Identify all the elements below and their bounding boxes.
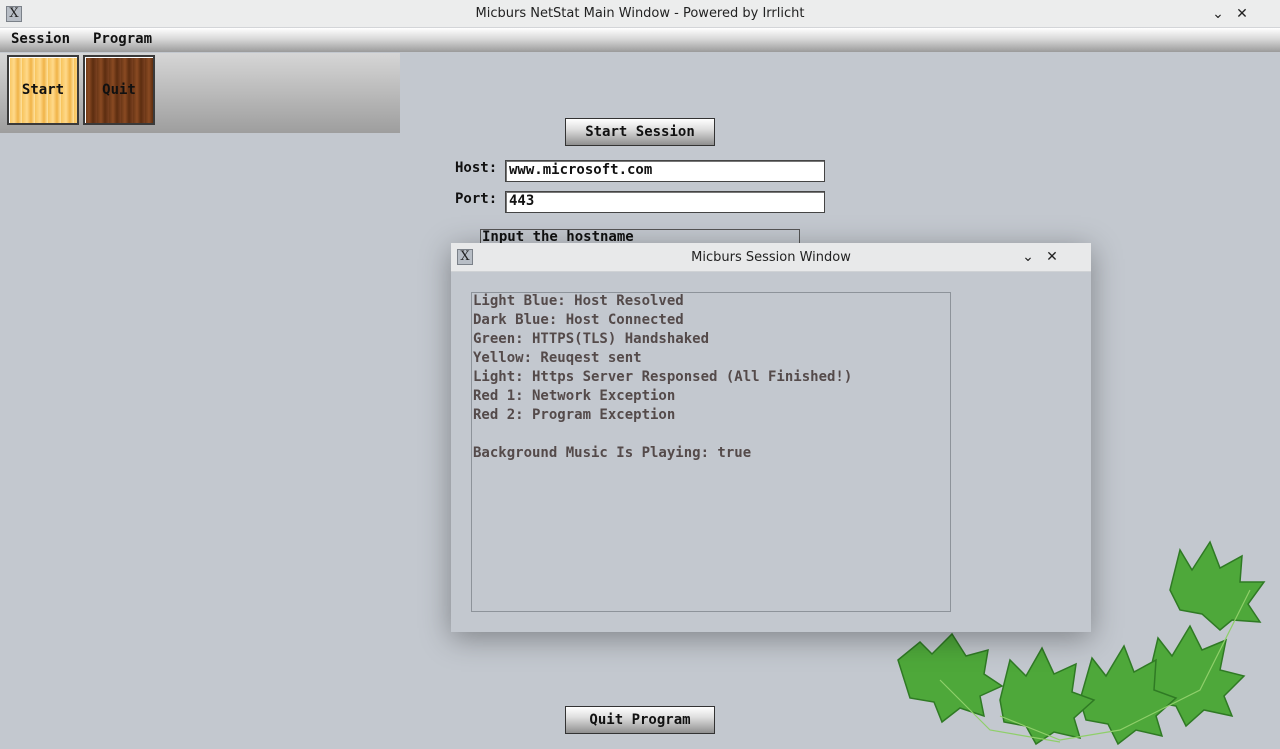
toolbar-quit-button[interactable]: Quit — [83, 55, 155, 125]
host-label: Host: — [455, 160, 498, 176]
log-line: Red 1: Network Exception — [473, 388, 676, 404]
port-label: Port: — [455, 191, 498, 207]
log-line: Light: Https Server Responsed (All Finis… — [473, 369, 853, 385]
session-close-icon[interactable]: ✕ — [1042, 247, 1062, 267]
toolbar-quit-label: Quit — [102, 82, 136, 98]
menu-program[interactable]: Program — [93, 28, 152, 52]
menu-session[interactable]: Session — [11, 28, 70, 52]
port-input[interactable]: 443 — [505, 191, 825, 213]
main-window-title: Micburs NetStat Main Window - Powered by… — [475, 6, 805, 21]
start-session-button[interactable]: Start Session — [565, 118, 715, 146]
leaf-shape — [1169, 540, 1266, 631]
close-icon[interactable]: ✕ — [1232, 4, 1252, 24]
session-window-title: Micburs Session Window — [691, 250, 851, 265]
session-window-titlebar: X Micburs Session Window ⌄ ✕ — [451, 243, 1091, 272]
log-line: Background Music Is Playing: true — [473, 445, 752, 461]
toolbar-start-button[interactable]: Start — [7, 55, 79, 125]
host-input[interactable]: www.microsoft.com — [505, 160, 825, 182]
toolbar: Start Quit — [0, 53, 400, 133]
main-window-titlebar: X Micburs NetStat Main Window - Powered … — [0, 0, 1280, 28]
log-line: Dark Blue: Host Connected — [473, 312, 684, 328]
minimize-icon[interactable]: ⌄ — [1208, 4, 1228, 24]
toolbar-start-label: Start — [21, 82, 65, 98]
session-window: X Micburs Session Window ⌄ ✕ Light Blue:… — [451, 243, 1091, 632]
menubar: Session Program — [0, 28, 1280, 52]
quit-program-button[interactable]: Quit Program — [565, 706, 715, 734]
log-line: Red 2: Program Exception — [473, 407, 676, 423]
session-minimize-icon[interactable]: ⌄ — [1018, 247, 1038, 267]
session-log[interactable]: Light Blue: Host Resolved Dark Blue: Hos… — [471, 292, 951, 612]
log-line: Yellow: Reuqest sent — [473, 350, 642, 366]
leaf-shape — [897, 632, 1004, 724]
log-line: Green: HTTPS(TLS) Handshaked — [473, 331, 710, 347]
log-line: Light Blue: Host Resolved — [473, 293, 684, 309]
leaf-shape — [999, 646, 1096, 746]
